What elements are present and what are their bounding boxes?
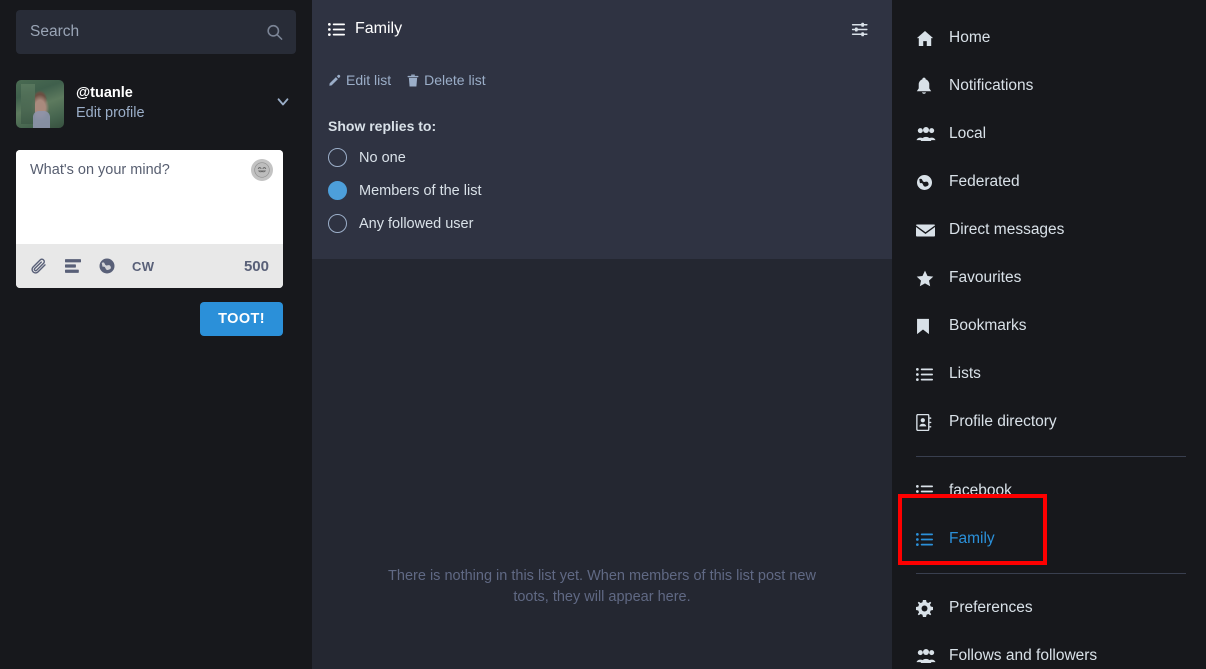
search-input[interactable] <box>30 10 282 54</box>
toot-row: TOOT! <box>16 302 283 336</box>
search-icon[interactable] <box>265 23 284 42</box>
profile-handle: @tuanle <box>76 85 133 102</box>
radio-circle-icon[interactable] <box>328 148 347 167</box>
add-poll-icon[interactable] <box>64 258 82 274</box>
star-icon <box>916 270 938 287</box>
character-counter: 500 <box>243 257 269 275</box>
users-group-icon <box>916 648 938 664</box>
nav-label: facebook <box>949 482 1012 499</box>
nav-label: Favourites <box>949 269 1022 286</box>
profile-row[interactable]: @tuanle Edit profile <box>16 76 296 132</box>
nav-label: Follows and followers <box>949 647 1098 664</box>
chevron-down-icon[interactable] <box>274 93 292 116</box>
nav-item-home[interactable]: Home <box>892 14 1206 62</box>
delete-list-button[interactable]: Delete list <box>407 72 486 88</box>
reply-option-label: Members of the list <box>359 182 482 199</box>
nav-label: Lists <box>949 365 981 382</box>
users-group-icon <box>916 126 938 142</box>
compose-box[interactable]: What's on your mind? CW 500 <box>16 150 283 288</box>
sliders-icon[interactable] <box>845 14 876 45</box>
globe-icon <box>916 174 938 191</box>
compose-textarea-wrap[interactable]: What's on your mind? <box>16 150 283 244</box>
reply-option-members[interactable]: Members of the list <box>328 181 876 200</box>
list-settings-panel: Edit list Delete list Show replies to: N… <box>312 58 892 259</box>
radio-circle-checked-icon[interactable] <box>328 181 347 200</box>
address-book-icon <box>916 413 938 431</box>
nav-label: Notifications <box>949 77 1034 94</box>
pencil-icon <box>329 74 341 86</box>
nav-label: Direct messages <box>949 221 1065 238</box>
list-icon <box>916 367 938 382</box>
nav-label: Preferences <box>949 599 1033 616</box>
nav-label: Bookmarks <box>949 317 1027 334</box>
nav-label: Profile directory <box>949 413 1057 430</box>
left-column: @tuanle Edit profile What's on your mind… <box>0 0 312 669</box>
compose-placeholder[interactable]: What's on your mind? <box>30 162 269 178</box>
attach-file-icon[interactable] <box>30 257 48 275</box>
nav-item-notifications[interactable]: Notifications <box>892 62 1206 110</box>
delete-list-label: Delete list <box>424 72 486 88</box>
nav-divider <box>916 573 1186 574</box>
nav-divider <box>916 456 1186 457</box>
gear-icon <box>916 599 938 617</box>
visibility-globe-icon[interactable] <box>98 257 116 275</box>
edit-list-label: Edit list <box>346 72 392 88</box>
reply-option-label: No one <box>359 149 406 166</box>
nav-item-bookmarks[interactable]: Bookmarks <box>892 302 1206 350</box>
search-box[interactable] <box>16 10 296 54</box>
avatar[interactable] <box>16 80 64 128</box>
nav-item-follows-and-followers[interactable]: Follows and followers <box>892 632 1206 669</box>
reply-option-label: Any followed user <box>359 215 474 232</box>
nav-label: Federated <box>949 173 1020 190</box>
profile-text: @tuanle Edit profile <box>76 84 145 123</box>
nav-item-favourites[interactable]: Favourites <box>892 254 1206 302</box>
nav-item-list-facebook[interactable]: facebook <box>892 467 1206 515</box>
nav-label: Family <box>949 530 995 547</box>
emoji-picker-icon[interactable] <box>251 159 273 181</box>
right-navigation-column: Home Notifications Local Federated Direc… <box>892 0 1206 669</box>
bell-icon <box>916 77 938 95</box>
nav-item-federated[interactable]: Federated <box>892 158 1206 206</box>
trash-icon <box>407 74 419 86</box>
column-header: Family <box>312 0 892 58</box>
nav-item-lists[interactable]: Lists <box>892 350 1206 398</box>
list-icon <box>916 484 938 499</box>
mastodon-app: @tuanle Edit profile What's on your mind… <box>0 0 1206 669</box>
reply-option-any-followed[interactable]: Any followed user <box>328 214 876 233</box>
empty-state-message: There is nothing in this list yet. When … <box>388 568 816 606</box>
nav-item-preferences[interactable]: Preferences <box>892 584 1206 632</box>
toot-submit-button[interactable]: TOOT! <box>200 302 283 336</box>
nav-item-profile-directory[interactable]: Profile directory <box>892 398 1206 446</box>
nav-label: Local <box>949 125 987 142</box>
edit-profile-link[interactable]: Edit profile <box>76 104 145 124</box>
edit-list-button[interactable]: Edit list <box>328 72 391 88</box>
page-title: Family <box>355 20 403 37</box>
content-warning-toggle[interactable]: CW <box>132 259 154 274</box>
nav-item-local[interactable]: Local <box>892 110 1206 158</box>
envelope-icon <box>916 223 938 238</box>
radio-circle-icon[interactable] <box>328 214 347 233</box>
list-actions: Edit list Delete list <box>328 72 876 88</box>
center-column: Family Edit list Delete list Show replie… <box>312 0 892 669</box>
home-icon <box>916 30 938 47</box>
bookmark-icon <box>916 318 938 335</box>
compose-toolbar: CW 500 <box>16 244 283 288</box>
nav-item-list-family[interactable]: Family <box>892 515 1206 563</box>
nav-label: Home <box>949 29 991 46</box>
show-replies-label: Show replies to: <box>328 118 437 134</box>
nav-item-direct-messages[interactable]: Direct messages <box>892 206 1206 254</box>
reply-option-no-one[interactable]: No one <box>328 148 876 167</box>
list-icon <box>916 532 938 547</box>
list-icon <box>328 22 345 37</box>
